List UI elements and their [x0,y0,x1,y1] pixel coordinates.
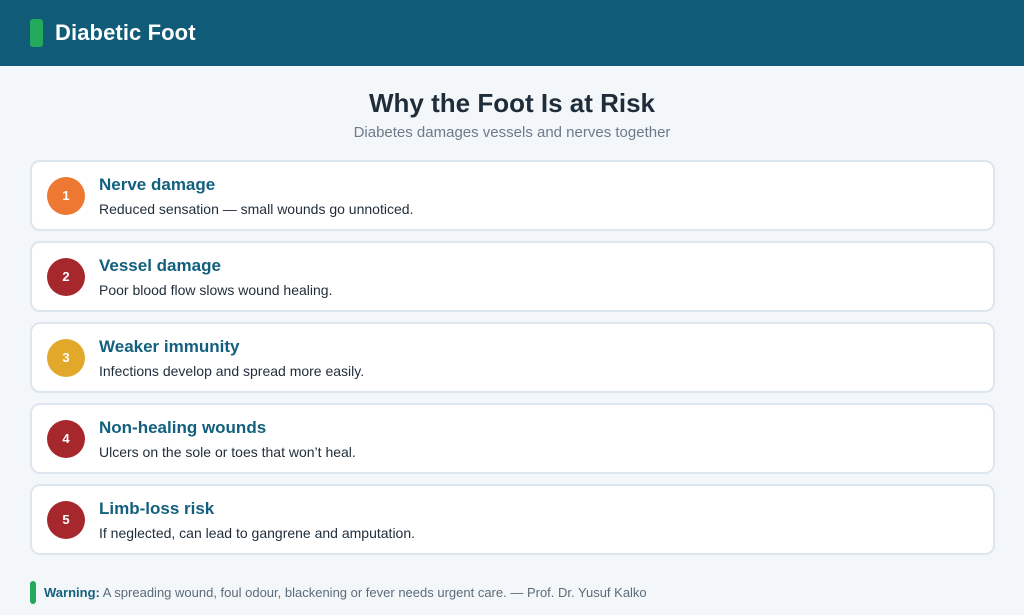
step-number-badge: 5 [47,500,85,539]
footer-accent-bar [30,581,36,604]
risk-card-nerve-damage: 1 Nerve damage Reduced sensation — small… [30,160,995,231]
risk-card-weaker-immunity: 3 Weaker immunity Infections develop and… [30,322,995,393]
page-subtitle: Diabetes damages vessels and nerves toge… [353,124,671,141]
risk-card-limb-loss-risk: 5 Limb-loss risk If neglected, can lead … [30,484,995,555]
risk-card-description: Infections develop and spread more easil… [99,362,365,379]
step-number-badge: 2 [47,257,85,296]
risk-card-title: Nerve damage [99,174,216,194]
app-header: Diabetic Foot [0,0,1024,66]
header-accent-bar [30,19,43,47]
warning-text: A spreading wound, foul odour, blackenin… [99,585,647,600]
warning-footer: Warning: A spreading wound, foul odour, … [30,581,647,604]
risk-card-title: Non-healing wounds [99,417,267,437]
risk-card-description: Reduced sensation — small wounds go unno… [99,200,414,217]
warning-label: Warning: [44,585,100,600]
risk-card-title: Limb-loss risk [99,498,215,518]
step-number-badge: 4 [47,419,85,458]
risk-card-vessel-damage: 2 Vessel damage Poor blood flow slows wo… [30,241,995,312]
app-title: Diabetic Foot [55,20,196,45]
risk-card-description: Ulcers on the sole or toes that won’t he… [99,443,356,460]
risk-card-non-healing-wounds: 4 Non-healing wounds Ulcers on the sole … [30,403,995,474]
warning-note: Warning: A spreading wound, foul odour, … [44,585,647,600]
risk-card-title: Weaker immunity [99,336,240,356]
risk-card-description: If neglected, can lead to gangrene and a… [99,524,416,541]
risk-card-title: Vessel damage [99,255,221,275]
risk-card-description: Poor blood flow slows wound healing. [99,281,333,298]
page-title: Why the Foot Is at Risk [368,88,656,118]
step-number-badge: 3 [47,338,85,377]
risk-card-list: 1 Nerve damage Reduced sensation — small… [30,160,995,565]
step-number-badge: 1 [47,176,85,215]
